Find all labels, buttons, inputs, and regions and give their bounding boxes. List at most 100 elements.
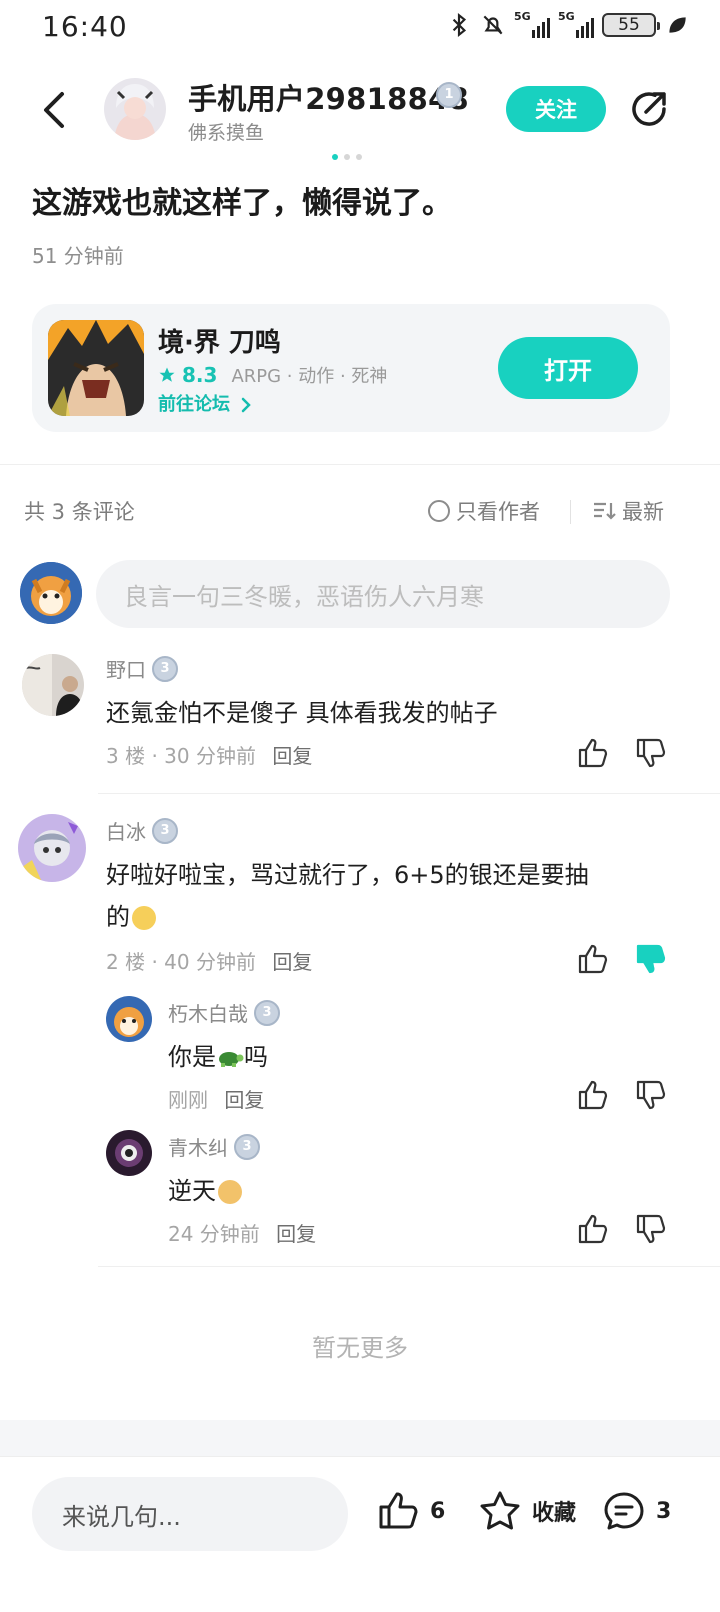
reply-text-after: 吗 <box>244 1043 268 1071</box>
thumb-up-icon[interactable] <box>576 1078 610 1112</box>
back-icon <box>44 92 64 128</box>
game-icon <box>48 320 144 416</box>
no-more-label: 暂无更多 <box>312 1334 408 1362</box>
user-level-badge: 3 <box>254 999 280 1026</box>
thumb-up-icon[interactable] <box>576 1212 610 1246</box>
comment-text-line-1: 好啦好啦宝，骂过就行了，6+5的银还是要抽 <box>106 861 589 889</box>
author-subtitle: 佛系摸鱼 <box>188 122 265 144</box>
sort-icon <box>594 502 616 520</box>
post-time: 51 分钟前 <box>32 244 124 268</box>
comment-avatar[interactable] <box>18 814 86 882</box>
thumb-down-icon[interactable] <box>634 1078 668 1112</box>
reply-user[interactable]: 青木纠 3 <box>168 1132 260 1161</box>
game-forum-link[interactable]: 前往论坛 <box>158 390 252 416</box>
comment-user[interactable]: 白冰 3 <box>106 816 178 845</box>
battery-indicator: 55 <box>602 13 660 37</box>
favorite-label: 收藏 <box>532 1501 577 1526</box>
reply-avatar[interactable] <box>106 1130 152 1176</box>
thumb-down-icon[interactable] <box>634 736 668 770</box>
comments-toolbar: 共 3 条评论 只看作者 最新 <box>24 494 696 528</box>
reply-meta: 刚刚 回复 <box>168 1084 264 1113</box>
thumb-down-icon-active[interactable] <box>634 942 668 976</box>
image-pager-dots <box>332 154 362 160</box>
comment-meta: 3 楼 · 30 分钟前 回复 <box>106 740 312 769</box>
reply-user-name: 朽木白哉 <box>168 1002 248 1026</box>
thumb-up-icon[interactable] <box>576 736 610 770</box>
signal-2-label: 5G <box>558 10 575 23</box>
leaf-icon <box>669 17 686 33</box>
comment-count: 共 3 条评论 <box>24 500 135 524</box>
reply-user-name: 青木纠 <box>168 1136 228 1160</box>
sort-button[interactable]: 最新 <box>592 496 664 526</box>
reply-text: 你是吗 <box>168 1036 268 1078</box>
bottom-spacer <box>0 1420 720 1456</box>
comment-avatar[interactable] <box>22 654 84 716</box>
like-count: 6 <box>430 1498 446 1524</box>
reply-meta: 24 分钟前 回复 <box>168 1218 316 1247</box>
comment-floor-time: 3 楼 · 30 分钟前 <box>106 744 256 768</box>
back-button[interactable] <box>34 86 74 134</box>
comment-divider <box>98 1266 720 1267</box>
share-icon[interactable] <box>628 88 670 130</box>
user-level-badge: 3 <box>152 655 178 682</box>
user-level-badge: 3 <box>234 1133 260 1160</box>
comment-count-badge: 3 <box>656 1498 672 1524</box>
circle-icon <box>428 500 450 522</box>
comment-item: 野口 3 还氪金怕不是傻子 具体看我发的帖子 3 楼 · 30 分钟前 回复 <box>0 650 720 790</box>
author-level-badge: 1 <box>436 82 462 108</box>
signal-1-label: 5G <box>514 10 531 23</box>
comment-button[interactable]: 3 <box>602 1489 671 1533</box>
reply-button[interactable]: 回复 <box>276 1222 316 1246</box>
like-button[interactable]: 6 <box>376 1489 445 1533</box>
reply-text-content: 逆天 <box>168 1177 216 1205</box>
game-meta: 8.3 ARPG · 动作 · 死神 <box>158 362 387 388</box>
toolbar-separator <box>570 500 571 524</box>
game-card[interactable]: 境·界 刀鸣 8.3 ARPG · 动作 · 死神 前往论坛 打开 <box>32 304 670 432</box>
say-something-input[interactable]: 来说几句... <box>32 1477 348 1551</box>
star-icon <box>159 367 175 382</box>
sort-label: 最新 <box>622 500 664 524</box>
comment-text: 还氪金怕不是傻子 具体看我发的帖子 <box>106 699 498 727</box>
reply-button[interactable]: 回复 <box>272 950 312 974</box>
favorite-star-icon <box>480 1491 520 1530</box>
post-title: 这游戏也就这样了，懒得说了。 <box>32 186 452 221</box>
comment-floor-time: 2 楼 · 40 分钟前 <box>106 950 256 974</box>
game-rating: 8.3 <box>182 363 218 387</box>
comment-user[interactable]: 野口 3 <box>106 654 178 683</box>
thumb-up-icon[interactable] <box>576 942 610 976</box>
comment-item: 白冰 3 好啦好啦宝，骂过就行了，6+5的银还是要抽 的 2 楼 · 40 分钟… <box>0 812 720 1268</box>
open-game-button[interactable]: 打开 <box>498 337 638 399</box>
author-name[interactable]: 手机用户29818848 <box>188 76 469 118</box>
reply-text: 逆天 <box>168 1170 242 1212</box>
reply-user[interactable]: 朽木白哉 3 <box>168 998 280 1027</box>
reply-button[interactable]: 回复 <box>272 744 312 768</box>
follow-button[interactable]: 关注 <box>506 86 606 132</box>
mute-icon <box>483 15 503 35</box>
user-level-badge: 3 <box>152 817 178 844</box>
status-time: 16:40 <box>42 10 128 43</box>
bluetooth-icon <box>452 12 467 38</box>
reply-time: 刚刚 <box>168 1088 208 1112</box>
comment-input[interactable]: 良言一句三冬暖，恶语伤人六月寒 <box>96 560 670 628</box>
comment-text-line-2-text: 的 <box>106 903 130 931</box>
comment-text-line-2: 的 <box>106 896 666 938</box>
face-emoji-icon <box>218 1180 242 1204</box>
thumb-down-icon[interactable] <box>634 1212 668 1246</box>
smile-emoji-icon <box>132 906 156 930</box>
only-author-toggle[interactable]: 只看作者 <box>428 496 540 526</box>
comment-divider <box>98 793 720 794</box>
status-bar: 16:40 5G 5G 55 <box>0 0 720 56</box>
game-forum-label: 前往论坛 <box>158 394 230 415</box>
reply-avatar[interactable] <box>106 996 152 1042</box>
bottom-action-bar: 来说几句... 6 收藏 3 <box>0 1456 720 1612</box>
reply-button[interactable]: 回复 <box>224 1088 264 1112</box>
comment-meta: 2 楼 · 40 分钟前 回复 <box>106 946 312 975</box>
post-header: 手机用户29818848 1 佛系摸鱼 关注 <box>0 66 720 156</box>
thumb-up-icon <box>379 1492 418 1529</box>
signal-2-icon: 5G <box>558 10 594 38</box>
comment-user-name: 白冰 <box>106 820 146 844</box>
author-avatar[interactable] <box>104 78 166 140</box>
only-author-label: 只看作者 <box>456 500 540 524</box>
reply-text-before: 你是 <box>168 1043 216 1071</box>
favorite-button[interactable]: 收藏 <box>478 1489 576 1533</box>
